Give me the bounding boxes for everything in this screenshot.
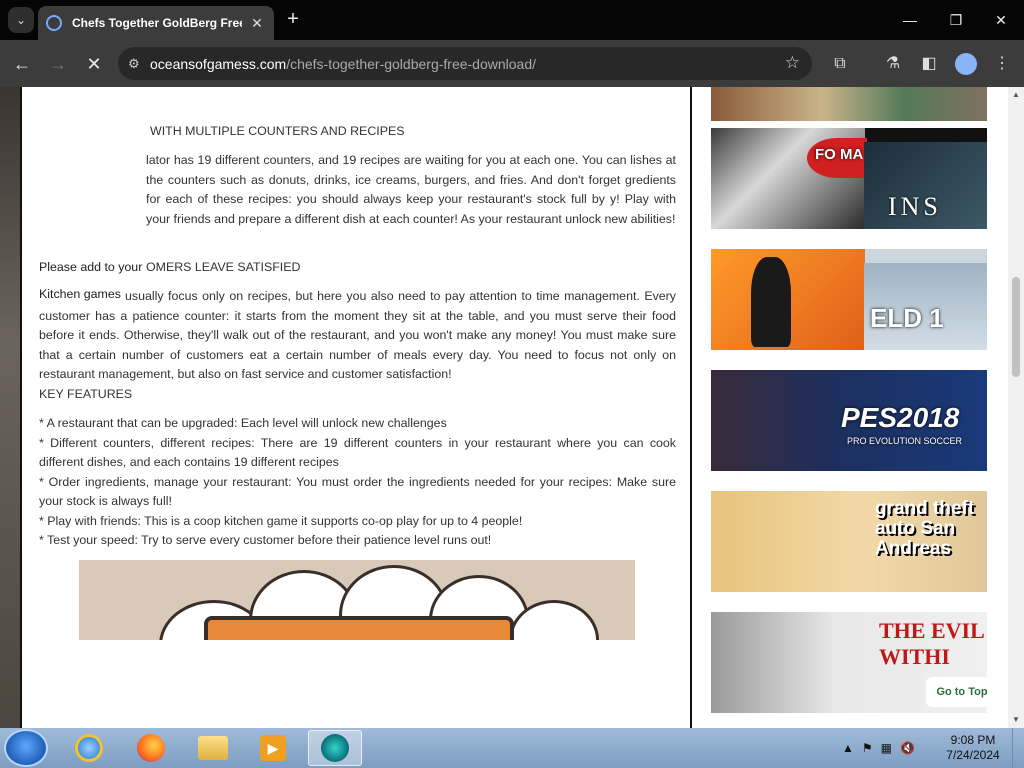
show-desktop-button[interactable] (1012, 728, 1024, 768)
logo-title-plate (204, 616, 514, 640)
taskbar-clock[interactable]: 9:08 PM 7/24/2024 (940, 733, 1006, 763)
feature-item: * A restaurant that can be upgraded: Eac… (39, 416, 447, 430)
thumb-label: THE EVIL WITHI (879, 618, 984, 669)
section-heading-counters: WITH MULTIPLE COUNTERS AND RECIPES (150, 124, 405, 138)
sidebar-thumb-battlefield[interactable]: ELD 1 (711, 249, 987, 350)
url-domain: oceansofgamess.com (150, 55, 287, 72)
tab-strip: ⌄ Chefs Together GoldBerg Free ✕ + — ❐ ✕ (0, 0, 1024, 40)
feature-item: * Order ingredients, manage your restaur… (39, 474, 676, 509)
sidebar-thumb-gta-san-andreas[interactable]: grand theft auto San Andreas (711, 491, 987, 592)
thumb-art-right: ELD 1 (864, 263, 987, 350)
tab-title: Chefs Together GoldBerg Free (72, 16, 242, 30)
windows-taskbar: ▶ ▲ ⚑ ▦ 🔇 9:08 PM 7/24/2024 (0, 728, 1024, 768)
article-content: WITH MULTIPLE COUNTERS AND RECIPES lator… (20, 87, 692, 728)
start-button[interactable] (4, 729, 48, 767)
media-player-icon: ▶ (260, 735, 286, 761)
taskbar-chrome-active[interactable] (308, 730, 362, 766)
bookmark-star-icon[interactable]: ☆ (785, 53, 800, 73)
thumb-sublabel: PRO EVOLUTION SOCCER (847, 436, 963, 446)
new-tab-button[interactable]: + (282, 8, 304, 30)
minimize-icon[interactable]: — (887, 6, 933, 34)
scroll-down-icon[interactable]: ▼ (1008, 712, 1024, 728)
stop-loading-icon[interactable]: ✕ (80, 50, 108, 78)
sidebar-thumb-gta5[interactable] (711, 87, 987, 121)
profile-avatar[interactable] (955, 53, 977, 75)
feature-item: * Play with friends: This is a coop kitc… (39, 513, 523, 528)
show-hidden-icons-icon[interactable]: ▲ (842, 741, 854, 755)
internet-explorer-icon (75, 734, 103, 762)
forward-icon[interactable]: → (44, 50, 72, 78)
extensions-icon[interactable]: ⧉ (828, 52, 852, 76)
labs-flask-icon[interactable]: ⚗ (881, 52, 905, 76)
feature-item: * Test your speed: Try to serve every cu… (39, 533, 492, 547)
close-tab-icon[interactable]: ✕ (248, 15, 266, 32)
site-info-icon[interactable]: ⚙ (128, 56, 150, 72)
thumb-art-right: INS (864, 142, 987, 229)
thumb-label: FO MA (815, 146, 864, 163)
url-path: /chefs-together-goldberg-free-download/ (286, 55, 536, 72)
close-window-icon[interactable]: ✕ (978, 6, 1024, 34)
thumb-label: PES2018 (841, 402, 960, 433)
site-favicon-icon (46, 15, 62, 31)
paragraph-counters: lator has 19 different counters, and 19 … (146, 153, 676, 226)
sidebar: FO MA INS ELD 1 PES2018 PRO EVOLUTION SO… (692, 87, 1008, 728)
volume-muted-icon[interactable]: 🔇 (900, 741, 915, 755)
page-scrollbar[interactable]: ▲ ▼ (1008, 87, 1024, 728)
scroll-up-icon[interactable]: ▲ (1008, 87, 1024, 103)
restore-icon[interactable]: ❐ (933, 6, 979, 34)
thumb-label: grand theft auto San Andreas (875, 498, 975, 559)
sidebar-thumb-pes2018[interactable]: PES2018 PRO EVOLUTION SOCCER (711, 370, 987, 471)
taskbar-firefox[interactable] (124, 730, 178, 766)
feature-item: * Different counters, different recipes:… (39, 435, 676, 470)
scroll-thumb[interactable] (1012, 277, 1020, 377)
toolbar: ← → ✕ ⚙ oceansofgamess.com/chefs-togethe… (0, 40, 1024, 87)
menu-kebab-icon[interactable]: ⋮ (990, 52, 1014, 76)
browser-app-icon (321, 734, 349, 762)
page-viewport: WITH MULTIPLE COUNTERS AND RECIPES lator… (0, 87, 1024, 728)
thumb-label: ELD 1 (870, 303, 944, 333)
key-features-title: KEY FEATURES (39, 387, 133, 401)
thumb-art-figure (751, 257, 791, 347)
taskbar-media[interactable]: ▶ (246, 730, 300, 766)
clock-date: 7/24/2024 (946, 748, 1000, 762)
back-icon[interactable]: ← (8, 50, 36, 78)
paragraph-customers: usually focus only on recipes, but here … (39, 289, 676, 381)
folder-icon (198, 736, 228, 760)
taskbar-explorer[interactable] (186, 730, 240, 766)
features-list: * A restaurant that can be upgraded: Eac… (39, 414, 676, 551)
sidebar-thumb-football-manager[interactable]: FO MA INS (711, 128, 987, 229)
thumb-label-origins: INS (888, 192, 942, 221)
floating-note-2: Kitchen games (39, 287, 123, 301)
side-panel-icon[interactable]: ◧ (917, 52, 941, 76)
address-bar[interactable]: ⚙ oceansofgamess.com/chefs-together-gold… (118, 47, 812, 80)
background-image-left (0, 87, 20, 728)
taskbar-ie[interactable] (62, 730, 116, 766)
clock-time: 9:08 PM (950, 733, 996, 747)
firefox-icon (137, 734, 165, 762)
game-logo-image (79, 560, 635, 640)
tab-search-dropdown[interactable]: ⌄ (8, 7, 34, 33)
tab-active[interactable]: Chefs Together GoldBerg Free ✕ (38, 6, 274, 40)
section-heading-customers: OMERS LEAVE SATISFIED (146, 260, 301, 274)
flag-icon[interactable]: ⚑ (862, 741, 873, 755)
network-icon[interactable]: ▦ (881, 741, 892, 755)
floating-note: Please add to your (39, 260, 145, 274)
system-tray: ▲ ⚑ ▦ 🔇 (842, 728, 915, 768)
go-to-top-button[interactable]: Go to Top (926, 677, 998, 707)
